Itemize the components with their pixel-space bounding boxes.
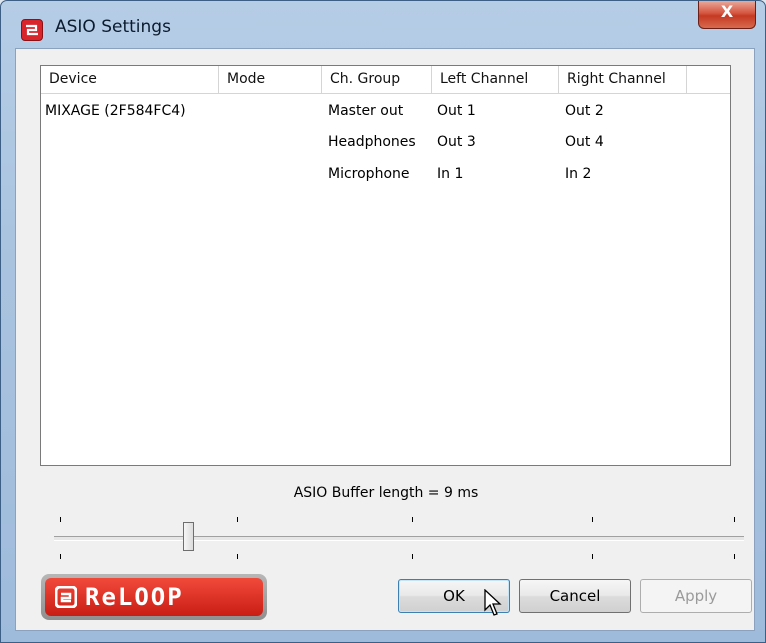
cell-right-channel: Out 4 bbox=[565, 134, 604, 150]
close-button[interactable]: X bbox=[698, 1, 756, 29]
dialog-client-area: Device Mode Ch. Group Left Channel Right… bbox=[15, 48, 755, 631]
mouse-cursor-icon bbox=[484, 589, 502, 616]
reloop-logo: ReLOOP bbox=[41, 574, 267, 620]
reloop-mark-icon bbox=[55, 586, 77, 608]
window-title: ASIO Settings bbox=[55, 17, 171, 37]
cell-left-channel: In 1 bbox=[437, 166, 464, 182]
reloop-app-icon bbox=[21, 19, 43, 41]
slider-tick bbox=[734, 517, 735, 522]
slider-tick bbox=[412, 554, 413, 559]
device-list[interactable]: Device Mode Ch. Group Left Channel Right… bbox=[40, 65, 731, 466]
slider-tick bbox=[237, 517, 238, 522]
slider-thumb[interactable] bbox=[183, 522, 194, 551]
cancel-button[interactable]: Cancel bbox=[519, 579, 631, 613]
apply-button[interactable]: Apply bbox=[640, 579, 752, 613]
cell-ch-group: Master out bbox=[328, 103, 404, 119]
column-header-right-channel[interactable]: Right Channel bbox=[559, 66, 687, 93]
close-icon: X bbox=[720, 2, 734, 21]
cell-right-channel: In 2 bbox=[565, 166, 592, 182]
column-header-device[interactable]: Device bbox=[41, 66, 219, 93]
column-header-ch-group[interactable]: Ch. Group bbox=[322, 66, 432, 93]
slider-track[interactable] bbox=[54, 536, 744, 541]
cell-ch-group: Headphones bbox=[328, 134, 416, 150]
buffer-length-slider[interactable] bbox=[54, 511, 744, 563]
reloop-logo-text: ReLOOP bbox=[85, 583, 184, 611]
list-header: Device Mode Ch. Group Left Channel Right… bbox=[41, 66, 730, 94]
buffer-length-label: ASIO Buffer length = 9 ms bbox=[293, 485, 479, 501]
cell-left-channel: Out 1 bbox=[437, 103, 476, 119]
cell-ch-group: Microphone bbox=[328, 166, 410, 182]
cell-right-channel: Out 2 bbox=[565, 103, 604, 119]
slider-tick bbox=[60, 517, 61, 522]
slider-tick bbox=[237, 554, 238, 559]
slider-tick bbox=[734, 554, 735, 559]
slider-tick bbox=[412, 517, 413, 522]
reloop-logo-plate: ReLOOP bbox=[45, 578, 263, 616]
column-header-left-channel[interactable]: Left Channel bbox=[432, 66, 559, 93]
slider-tick bbox=[592, 517, 593, 522]
cell-device: MIXAGE (2F584FC4) bbox=[45, 103, 186, 119]
column-header-mode[interactable]: Mode bbox=[219, 66, 322, 93]
cell-left-channel: Out 3 bbox=[437, 134, 476, 150]
asio-settings-window: ASIO Settings X Device Mode Ch. Group Le… bbox=[0, 0, 766, 643]
slider-tick bbox=[60, 554, 61, 559]
slider-tick bbox=[592, 554, 593, 559]
